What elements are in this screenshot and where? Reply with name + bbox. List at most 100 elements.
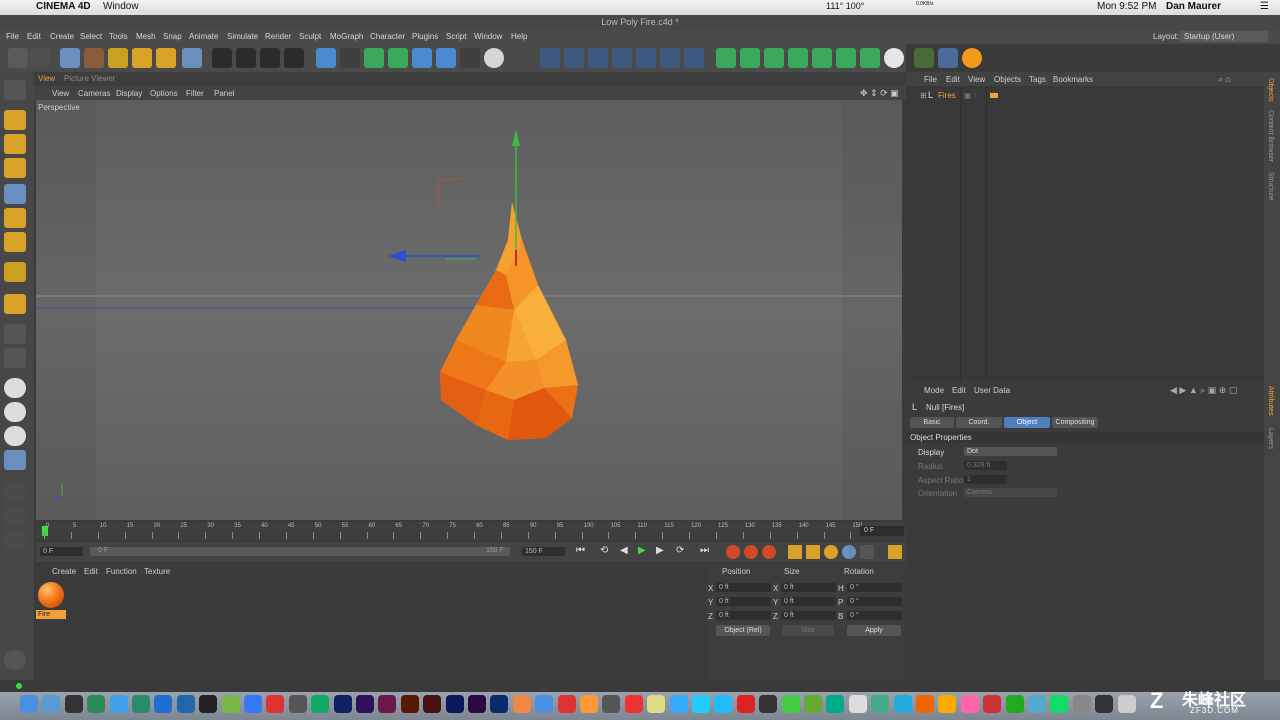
dock-app-icon[interactable] (176, 695, 195, 713)
dock-app-icon[interactable] (42, 695, 61, 713)
tab-coord[interactable]: Coord. (956, 417, 1002, 428)
tab-view[interactable]: View (38, 74, 55, 83)
dock-app-icon[interactable] (64, 695, 83, 713)
prop-radius-field[interactable]: 0.328 ft (964, 461, 1007, 470)
vp-menu-options[interactable]: Options (150, 89, 178, 98)
voronoi-icon[interactable] (836, 48, 856, 68)
snap-icon[interactable] (684, 48, 704, 68)
side-tab-content-browser[interactable]: Content Browser (1267, 110, 1274, 162)
key-parameter-icon[interactable] (842, 545, 856, 559)
tab-picture-viewer[interactable]: Picture Viewer (64, 74, 115, 83)
dock-app-icon[interactable] (960, 695, 979, 713)
effector-icon[interactable] (764, 48, 784, 68)
render-picture-viewer-icon[interactable] (236, 48, 256, 68)
array-icon[interactable] (388, 48, 408, 68)
x-axis-icon[interactable] (4, 378, 26, 398)
mat-menu-edit[interactable]: Edit (84, 567, 98, 576)
menu-render[interactable]: Render (265, 32, 291, 41)
om-search-icon[interactable]: ⌕ ⌂ (1218, 74, 1231, 85)
viewport-nav-icons[interactable]: ✥ ⇕ ⟳ ▣ (860, 88, 899, 99)
texture-mode-icon[interactable] (4, 134, 26, 154)
undo-icon[interactable] (8, 48, 28, 68)
navigation-icon[interactable] (4, 650, 26, 670)
dock-app-icon[interactable] (244, 695, 262, 713)
am-menu-edit[interactable]: Edit (952, 386, 966, 395)
dock-app-icon[interactable] (916, 695, 934, 713)
dock-app-icon[interactable] (154, 695, 173, 713)
menu-file[interactable]: File (6, 32, 19, 41)
am-menu-user-data[interactable]: User Data (974, 386, 1010, 395)
menu-tools[interactable]: Tools (109, 32, 128, 41)
sketch-icon[interactable] (884, 48, 904, 68)
rotation-p-field[interactable]: 0 ° (847, 597, 902, 606)
rotation-h-field[interactable]: 0 ° (847, 583, 902, 592)
om-menu-edit[interactable]: Edit (946, 75, 960, 84)
mat-menu-function[interactable]: Function (106, 567, 137, 576)
material-fire-swatch[interactable] (38, 582, 64, 608)
dock-app-icon[interactable] (759, 695, 778, 713)
dock-app-icon[interactable] (199, 695, 218, 713)
menu-select[interactable]: Select (80, 32, 102, 41)
tab-object[interactable]: Object (1004, 417, 1050, 428)
menu-create[interactable]: Create (50, 32, 74, 41)
axis-icon[interactable] (4, 262, 26, 282)
tracer-icon[interactable] (740, 48, 760, 68)
coordinate-system-icon[interactable] (4, 450, 26, 470)
dock-app-icon[interactable] (647, 695, 666, 713)
tab-compositing[interactable]: Compositing (1052, 417, 1098, 428)
vp-menu-panel[interactable]: Panel (214, 89, 234, 98)
bend-icon[interactable] (412, 48, 432, 68)
position-x-field[interactable]: 0 ft (716, 583, 771, 592)
redo-icon[interactable] (30, 48, 50, 68)
dock-app-icon[interactable] (1117, 695, 1136, 713)
dock-app-icon[interactable] (20, 695, 38, 713)
mat-menu-texture[interactable]: Texture (144, 567, 170, 576)
apply-button[interactable]: Apply (847, 625, 901, 636)
dock-app-icon[interactable] (871, 695, 890, 713)
dock-app-icon[interactable] (1005, 695, 1024, 713)
size-x-field[interactable]: 0 ft (781, 583, 836, 592)
dock-app-icon[interactable] (266, 695, 285, 713)
dock-app-icon[interactable] (535, 695, 554, 713)
workplane-mode-icon[interactable] (4, 158, 26, 178)
script-s-icon[interactable] (962, 48, 982, 68)
dock-app-icon[interactable] (1095, 695, 1114, 713)
move-icon[interactable] (108, 48, 128, 68)
menu-character[interactable]: Character (370, 32, 405, 41)
polygons-mode-icon[interactable] (588, 48, 608, 68)
end-frame-field[interactable]: 150 F (522, 547, 565, 556)
cube-icon[interactable] (316, 48, 336, 68)
workplane-icon[interactable] (660, 48, 680, 68)
fracture-icon[interactable] (812, 48, 832, 68)
menu-window[interactable]: Window (474, 32, 502, 41)
om-menu-view[interactable]: View (968, 75, 985, 84)
om-menu-objects[interactable]: Objects (994, 75, 1021, 84)
menu-help[interactable]: Help (511, 32, 527, 41)
brush-icon[interactable] (4, 530, 26, 550)
frame-range-slider[interactable]: 0 F 150 F (90, 547, 510, 556)
loop-forward-icon[interactable]: ⟳ (676, 545, 684, 556)
render-view-icon[interactable] (212, 48, 232, 68)
dock-app-icon[interactable] (468, 695, 486, 713)
timeline[interactable]: 0 5 10 15 20 25 30 35 40 45 50 55 60 65 70 75 80 85 90 95 10… (36, 522, 906, 540)
app-menu[interactable]: CINEMA 4D (36, 1, 91, 12)
coord-mode-select[interactable]: Object (Rel) (716, 625, 770, 636)
camera-icon[interactable] (460, 48, 480, 68)
rotation-b-field[interactable]: 0 ° (847, 611, 902, 620)
position-z-field[interactable]: 0 ft (716, 611, 771, 620)
dock-app-icon[interactable] (736, 695, 755, 713)
vp-menu-display[interactable]: Display (116, 89, 142, 98)
dock-app-icon[interactable] (804, 695, 822, 713)
dock-app-icon[interactable] (132, 695, 150, 713)
dock-app-icon[interactable] (938, 695, 957, 713)
dock-app-icon[interactable] (983, 695, 1002, 713)
side-tab-structure[interactable]: Structure (1267, 172, 1274, 200)
dock-app-icon[interactable] (781, 695, 800, 713)
keyframe-selection-icon[interactable] (762, 545, 776, 559)
mat-menu-create[interactable]: Create (52, 567, 76, 576)
size-y-field[interactable]: 0 ft (781, 597, 836, 606)
dock-app-icon[interactable] (692, 695, 710, 713)
dock-app-icon[interactable] (624, 695, 643, 713)
dock-app-icon[interactable] (445, 695, 464, 713)
rotate-icon[interactable] (156, 48, 176, 68)
